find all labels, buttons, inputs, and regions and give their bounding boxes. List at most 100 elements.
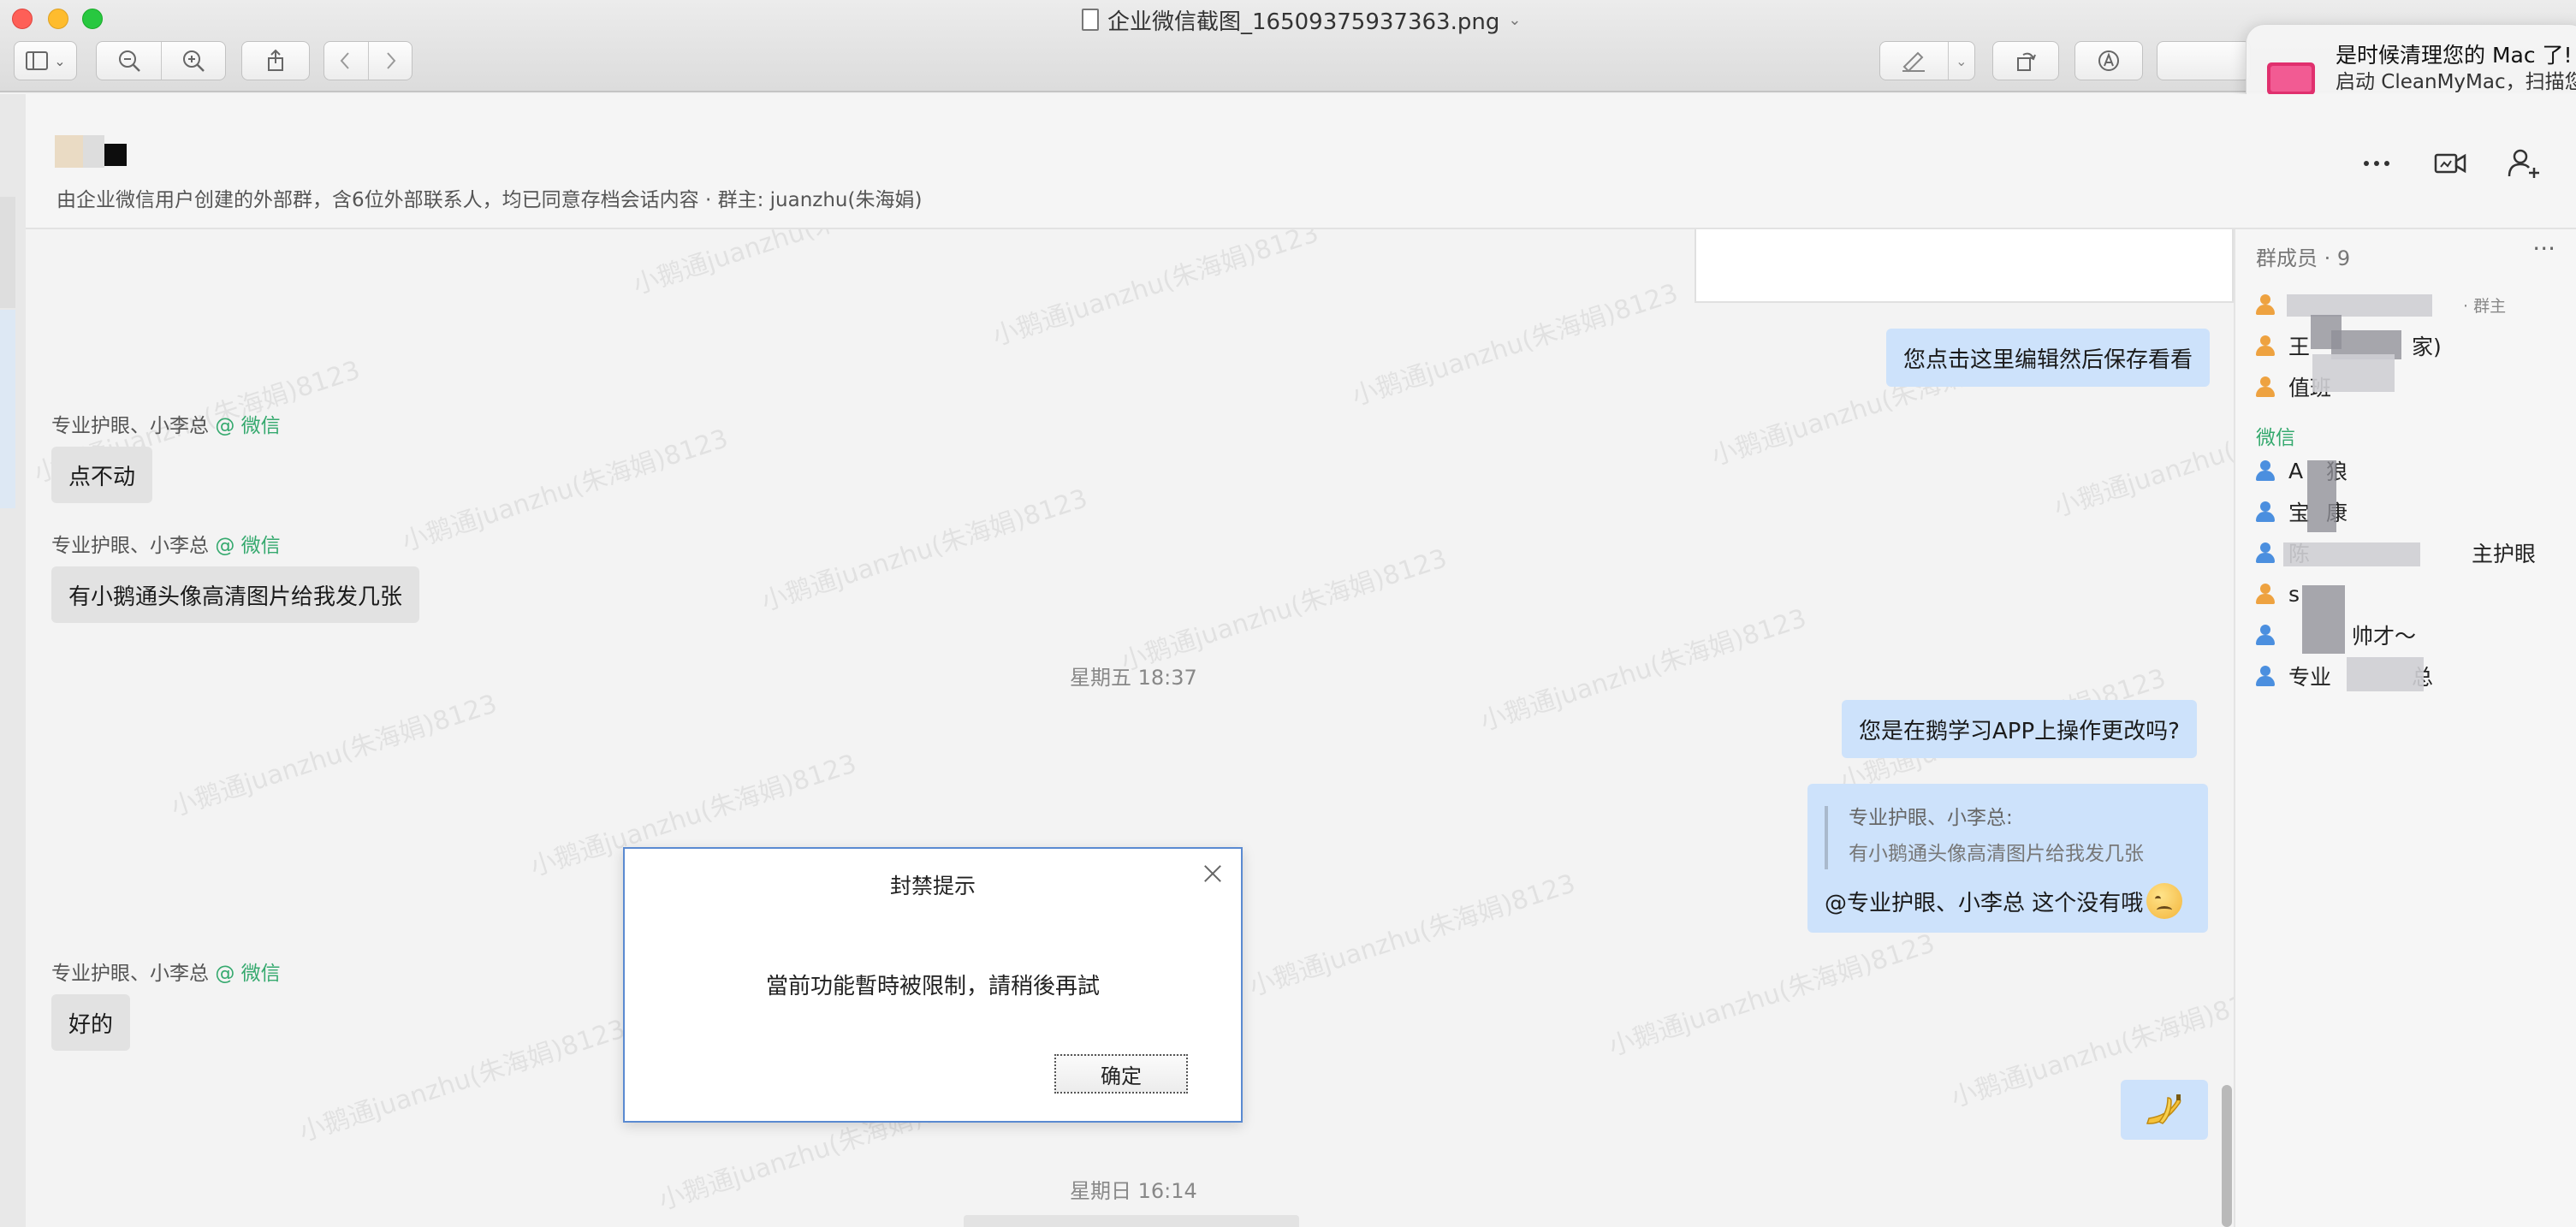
close-icon[interactable] — [1200, 861, 1226, 886]
members-group-wechat: 微信 — [2256, 427, 2295, 449]
redaction-block — [2312, 354, 2395, 392]
member-name-suffix: 家) — [2412, 335, 2442, 359]
rotate-icon — [2017, 52, 2036, 71]
notification-title: 是时候清理您的 Mac 了! — [2336, 43, 2573, 68]
incoming-message[interactable]: 有小鹅通头像高清图片给我发几张 — [51, 566, 420, 623]
reply-text-row: @专业护眼、小李总 这个没有哦 — [1825, 883, 2183, 919]
zoom-control — [96, 41, 226, 80]
sender-name: 专业护眼、小李总 — [51, 963, 209, 985]
more-icon[interactable] — [2359, 145, 2395, 181]
members-title: 群成员 · 9 — [2256, 246, 2351, 270]
watermark: 小鹅通juanzhu(朱海娟)8123 — [1605, 928, 1939, 1063]
minimize-window-button[interactable] — [48, 9, 68, 29]
add-member-icon[interactable] — [2506, 145, 2542, 181]
zoom-window-button[interactable] — [82, 9, 103, 29]
group-members-panel: 群成员 · 9 ··· · 群主 王 家) 值班 微信 A 狼 宝 康 陈 主护… — [2234, 229, 2576, 1227]
chat-header: 由企业微信用户创建的外部群，含6位外部联系人，均已同意存档会话内容 · 群主: … — [26, 94, 2576, 229]
page-navigation — [323, 41, 413, 80]
sender-name: 专业护眼、小李总 — [51, 535, 209, 557]
timestamp: 星期日 16:14 — [1070, 1179, 1197, 1203]
sad-face-emoji-icon — [2146, 883, 2183, 919]
watermark: 小鹅通juanzhu(朱海娟)8123 — [988, 229, 1323, 353]
search-field[interactable] — [2157, 41, 2251, 80]
group-description: 由企业微信用户创建的外部群，含6位外部联系人，均已同意存档会话内容 · 群主: … — [56, 189, 923, 211]
dialog-message: 當前功能暫時被限制，請稍後再試 — [765, 974, 1100, 999]
video-icon[interactable] — [2432, 145, 2468, 181]
outgoing-message[interactable]: 您点击这里编辑然后保存看看 — [1886, 329, 2211, 387]
person-icon — [2254, 665, 2276, 687]
markup-pen-button[interactable]: ⌄ — [1879, 41, 1975, 80]
redaction-block — [2287, 294, 2432, 317]
wechat-tag: @ 微信 — [215, 963, 281, 985]
person-icon — [2254, 542, 2276, 564]
person-icon — [2254, 459, 2276, 482]
reply-text: @专业护眼、小李总 这个没有哦 — [1825, 890, 2144, 916]
zoom-in-button[interactable] — [161, 42, 225, 80]
incoming-message[interactable]: 点不动 — [51, 447, 153, 503]
zoom-out-button[interactable] — [97, 42, 161, 80]
back-button[interactable] — [324, 42, 368, 80]
message-sender: 专业护眼、小李总 @ 微信 — [51, 957, 281, 986]
watermark: 小鹅通juanzhu(朱海娟)8123 — [1348, 278, 1683, 412]
window-title-text: 企业微信截图_16509375937363.png — [1107, 9, 1500, 35]
redaction-block — [2283, 542, 2420, 566]
message-sender: 专业护眼、小李总 @ 微信 — [51, 529, 281, 558]
selected-conversation-indicator — [0, 310, 15, 508]
chevron-down-icon: ⌄ — [1956, 52, 1968, 69]
person-icon — [2254, 583, 2276, 605]
incoming-message[interactable]: 好的 — [51, 994, 131, 1051]
group-name-redacted — [55, 135, 127, 168]
member-name-suffix: 帅才～ — [2352, 624, 2417, 649]
document-icon — [1082, 9, 1099, 31]
person-icon — [2254, 376, 2276, 398]
quote-bar — [1825, 806, 1828, 869]
watermark: 小鹅通juanzhu(朱海娟)8123 — [1476, 603, 1811, 738]
member-name-suffix: 主护眼 — [2472, 542, 2537, 566]
redaction-block — [2347, 657, 2424, 691]
ok-button[interactable]: 确定 — [1054, 1054, 1188, 1094]
markup-icon — [2098, 50, 2119, 71]
watermark: 小鹅通juanzhu(朱海娟)8123 — [757, 483, 1092, 618]
timestamp: 星期五 18:37 — [1070, 666, 1197, 690]
redaction-block — [2302, 585, 2345, 654]
chevron-left-icon — [341, 52, 350, 69]
person-icon — [2254, 335, 2276, 357]
forward-button[interactable] — [367, 42, 412, 80]
person-icon — [2254, 293, 2276, 316]
chevron-down-icon: ⌄ — [1508, 10, 1522, 29]
chevron-down-icon: ⌄ — [54, 52, 66, 69]
members-more-button[interactable]: ··· — [2532, 234, 2555, 263]
message-sender: 专业护眼、小李总 @ 微信 — [51, 409, 281, 438]
sidebar-toggle-button[interactable]: ⌄ — [14, 41, 77, 80]
window-title[interactable]: 企业微信截图_16509375937363.png ⌄ — [1082, 5, 1522, 35]
wechat-tag: @ 微信 — [215, 535, 281, 557]
wechat-tag: @ 微信 — [215, 415, 281, 437]
watermark: 小鹅通juanzhu(朱海娟)8123 — [1117, 543, 1451, 678]
previous-card-message[interactable] — [1695, 229, 2234, 303]
watermark: 小鹅通juanzhu(朱海娟)8123 — [398, 424, 733, 558]
conversation-list-edge — [0, 94, 26, 1227]
member-item[interactable]: s — [2254, 578, 2300, 609]
pen-icon — [1902, 51, 1926, 73]
outgoing-message[interactable]: 您是在鹅学习APP上操作更改吗? — [1842, 700, 2197, 758]
window-toolbar: 企业微信截图_16509375937363.png ⌄ ⌄ ⌄ — [0, 0, 2576, 92]
chevron-right-icon — [387, 52, 396, 69]
restriction-dialog: 封禁提示 當前功能暫時被限制，請稍後再試 确定 — [623, 847, 1243, 1123]
close-window-button[interactable] — [12, 9, 33, 29]
owner-tag: · 群主 — [2463, 296, 2507, 316]
banana-emoji-icon — [2146, 1094, 2181, 1124]
share-button[interactable] — [241, 41, 310, 80]
message-scrollbar[interactable] — [2222, 1085, 2232, 1227]
quoted-sender: 专业护眼、小李总: — [1849, 807, 2013, 829]
person-icon — [2254, 501, 2276, 523]
markup-button[interactable] — [2074, 41, 2143, 80]
next-message-preview — [964, 1215, 1299, 1227]
watermark: 小鹅通juanzhu(朱海娟)8123 — [167, 689, 502, 823]
member-name: s — [2288, 581, 2300, 607]
sidebar-icon — [26, 51, 49, 70]
outgoing-sticker-message[interactable] — [2121, 1080, 2208, 1140]
rotate-button[interactable] — [1992, 41, 2059, 80]
outgoing-quote-message[interactable]: 专业护眼、小李总: 有小鹅通头像高清图片给我发几张 @专业护眼、小李总 这个没有… — [1807, 784, 2208, 933]
watermark: 小鹅通juanzhu(朱海娟)8123 — [295, 1014, 630, 1148]
quoted-text: 有小鹅通头像高清图片给我发几张 — [1849, 843, 2144, 865]
